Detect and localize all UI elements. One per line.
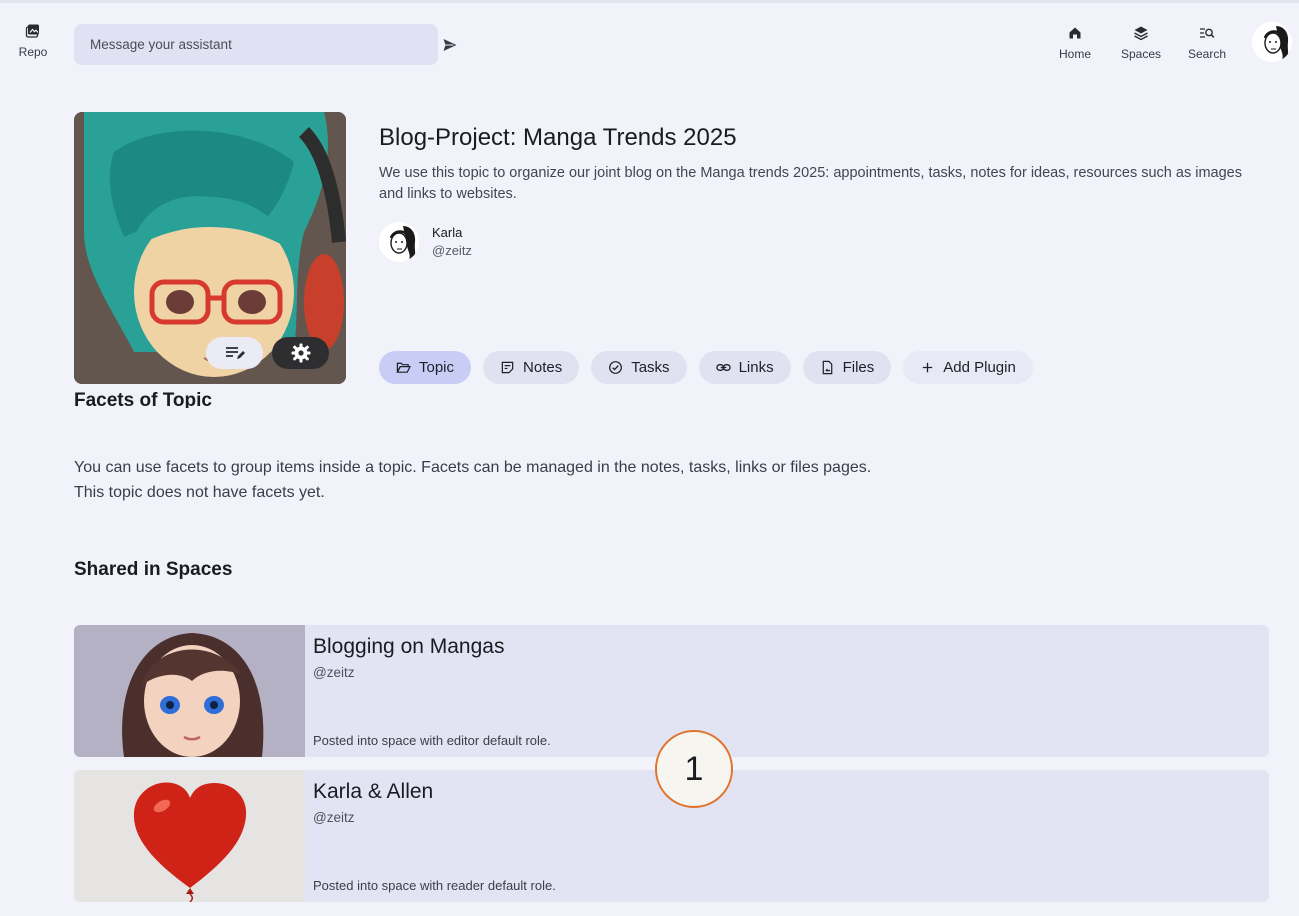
edit-cover-button[interactable] (206, 337, 263, 369)
space-name: Karla & Allen (313, 780, 434, 803)
tab-topic-label: Topic (419, 359, 455, 376)
space-role-note: Posted into space with editor default ro… (313, 733, 551, 748)
tab-files-label: Files (842, 359, 875, 376)
nav-home-label: Home (1058, 47, 1091, 61)
nav-search-label: Search (1187, 47, 1227, 61)
space-role-note: Posted into space with reader default ro… (313, 878, 556, 893)
space-handle: @zeitz (313, 665, 355, 680)
plus-icon (923, 362, 933, 373)
home-icon (1069, 27, 1081, 39)
step-marker-label: 1 (684, 749, 704, 788)
topic-title: Blog-Project: Manga Trends 2025 (379, 124, 737, 151)
space-image-heart-balloon (74, 770, 305, 902)
space-image-anime-girl (74, 625, 305, 757)
nav-home[interactable]: Home (1054, 25, 1096, 61)
tab-files[interactable]: Files (802, 351, 892, 384)
assistant-message-input[interactable]: Message your assistant (74, 24, 438, 65)
note-icon (501, 361, 514, 374)
tab-notes-label: Notes (523, 359, 563, 376)
tab-topic[interactable]: Topic (379, 351, 472, 384)
send-icon[interactable] (442, 37, 458, 53)
check-circle-icon (609, 361, 623, 374)
facets-description: You can use facets to group items inside… (74, 455, 871, 505)
top-bar: Repo Message your assistant Home Spaces … (0, 0, 1299, 84)
user-avatar[interactable] (1252, 22, 1292, 62)
owner-handle: @zeitz (432, 243, 472, 258)
nav-repo-label: Repo (18, 45, 48, 59)
nav-spaces[interactable]: Spaces (1118, 25, 1164, 61)
topic-tabs: Topic Notes Tasks Links Files Add Plugin (379, 351, 1033, 384)
owner-avatar-image (379, 222, 419, 262)
step-marker: 1 (655, 730, 733, 808)
user-avatar-image (1252, 22, 1292, 62)
cover-settings-button[interactable] (272, 337, 329, 369)
folder-open-icon (396, 362, 411, 373)
tab-links[interactable]: Links (698, 351, 791, 384)
shared-spaces-title: Shared in Spaces (74, 559, 233, 580)
topic-description: We use this topic to organize our joint … (379, 165, 1242, 202)
layers-icon (1134, 26, 1148, 41)
space-name: Blogging on Mangas (313, 635, 505, 658)
nav-spaces-label: Spaces (1120, 47, 1162, 61)
assistant-message-placeholder: Message your assistant (90, 37, 232, 52)
gear-icon (291, 343, 310, 363)
search-icon (1200, 28, 1215, 38)
tab-tasks-label: Tasks (631, 359, 670, 376)
edit-list-icon (225, 347, 245, 359)
file-icon (822, 360, 832, 375)
facets-line-2: This topic does not have facets yet. (74, 484, 325, 501)
link-icon (715, 364, 731, 371)
owner-name[interactable]: Karla (432, 225, 462, 240)
nav-repo[interactable]: Repo (14, 23, 52, 59)
facets-line-1: You can use facets to group items inside… (74, 459, 872, 476)
tab-add-plugin-label: Add Plugin (943, 359, 1016, 376)
facets-title: Facets of Topic (74, 390, 212, 408)
nav-search[interactable]: Search (1184, 25, 1230, 61)
owner-avatar[interactable] (379, 222, 419, 262)
repo-icon (25, 24, 39, 38)
tab-notes[interactable]: Notes (483, 351, 580, 384)
tab-add-plugin[interactable]: Add Plugin (903, 351, 1033, 384)
tab-links-label: Links (738, 359, 774, 376)
tab-tasks[interactable]: Tasks (591, 351, 687, 384)
space-handle: @zeitz (313, 810, 355, 825)
